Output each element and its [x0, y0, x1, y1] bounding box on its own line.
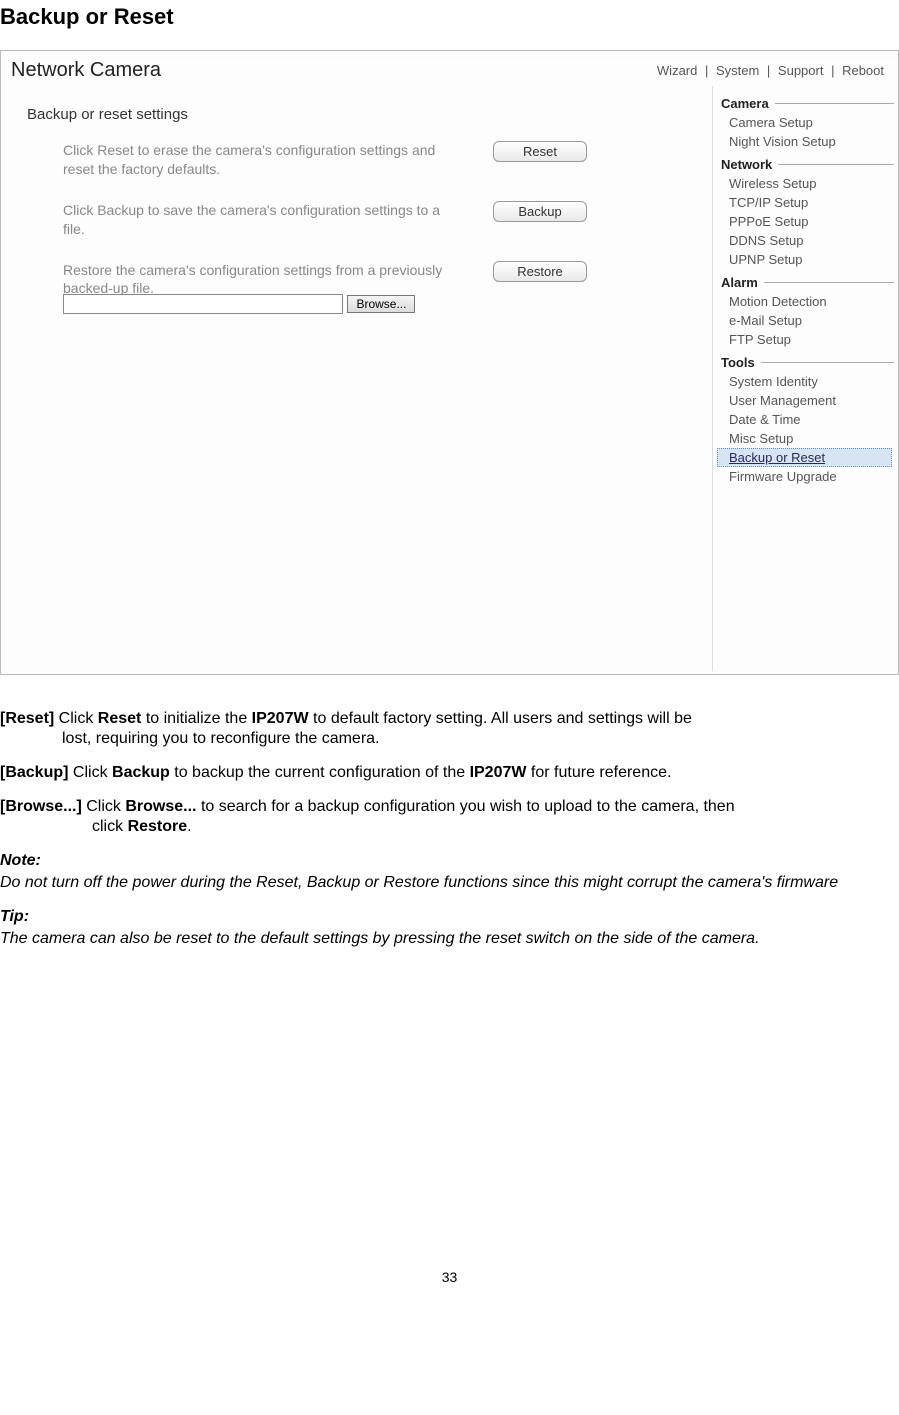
- manual-text-span: for future reference.: [526, 764, 671, 781]
- sidebar-item-camera-setup[interactable]: Camera Setup: [717, 113, 898, 132]
- restore-file-input[interactable]: [63, 294, 343, 314]
- manual-text-span: to initialize the: [141, 710, 251, 727]
- manual-reset-label: [Reset]: [0, 710, 54, 727]
- main-pane: Backup or reset settings Click Reset to …: [1, 86, 712, 671]
- top-link-system[interactable]: System: [712, 63, 763, 78]
- sidebar-header-camera: Camera: [717, 94, 898, 113]
- sidebar-item-system-identity[interactable]: System Identity: [717, 372, 898, 391]
- manual-text-span: Click: [54, 710, 98, 727]
- sidebar-header-tools: Tools: [717, 353, 898, 372]
- manual-text: [Reset] Click Reset to initialize the IP…: [0, 709, 899, 949]
- top-link-reboot[interactable]: Reboot: [838, 63, 888, 78]
- manual-text-bold: IP207W: [252, 710, 309, 727]
- manual-text-bold: Browse...: [125, 798, 196, 815]
- app-title: Network Camera: [11, 59, 161, 82]
- top-link-wizard[interactable]: Wizard: [653, 63, 701, 78]
- reset-description: Click Reset to erase the camera's config…: [27, 141, 453, 179]
- manual-text-span: .: [187, 818, 191, 835]
- page-number: 33: [0, 1269, 899, 1285]
- restore-button[interactable]: Restore: [493, 261, 587, 282]
- sidebar-header-label: Tools: [721, 355, 755, 370]
- sidebar-item-date-time[interactable]: Date & Time: [717, 410, 898, 429]
- manual-note-label: Note:: [0, 852, 41, 869]
- sidebar-item-email-setup[interactable]: e-Mail Setup: [717, 311, 898, 330]
- backup-button[interactable]: Backup: [493, 201, 587, 222]
- sidebar-header-label: Alarm: [721, 275, 758, 290]
- sidebar-item-misc-setup[interactable]: Misc Setup: [717, 429, 898, 448]
- manual-text-span: lost, requiring you to reconfigure the c…: [0, 729, 380, 749]
- sidebar-item-upnp-setup[interactable]: UPNP Setup: [717, 250, 898, 269]
- sidebar-header-label: Camera: [721, 96, 769, 111]
- manual-browse-label: [Browse...]: [0, 798, 82, 815]
- manual-text-span: Click: [82, 798, 126, 815]
- restore-description: Restore the camera's configuration setti…: [27, 261, 453, 299]
- manual-text-bold: Restore: [128, 818, 188, 835]
- browse-button[interactable]: Browse...: [347, 295, 415, 313]
- sidebar-item-ftp-setup[interactable]: FTP Setup: [717, 330, 898, 349]
- sidebar-item-night-vision-setup[interactable]: Night Vision Setup: [717, 132, 898, 151]
- app-window: Network Camera Wizard | System | Support…: [0, 50, 899, 675]
- sidebar-item-backup-or-reset[interactable]: Backup or Reset: [717, 448, 892, 467]
- top-links: Wizard | System | Support | Reboot: [653, 63, 888, 78]
- manual-text-bold: Backup: [112, 764, 170, 781]
- sidebar-item-user-management[interactable]: User Management: [717, 391, 898, 410]
- manual-text-bold: Reset: [98, 710, 142, 727]
- sidebar-item-tcpip-setup[interactable]: TCP/IP Setup: [717, 193, 898, 212]
- manual-text-span: to search for a backup configuration you…: [197, 798, 735, 815]
- backup-description: Click Backup to save the camera's config…: [27, 201, 453, 239]
- page-title: Backup or Reset: [0, 4, 899, 30]
- sidebar: Camera Camera Setup Night Vision Setup N…: [712, 86, 898, 671]
- top-link-support[interactable]: Support: [774, 63, 828, 78]
- sidebar-header-alarm: Alarm: [717, 273, 898, 292]
- manual-text-span: click: [92, 818, 128, 835]
- sidebar-header-label: Network: [721, 157, 772, 172]
- sidebar-item-wireless-setup[interactable]: Wireless Setup: [717, 174, 898, 193]
- sidebar-item-firmware-upgrade[interactable]: Firmware Upgrade: [717, 467, 898, 486]
- manual-tip-text: The camera can also be reset to the defa…: [0, 930, 760, 947]
- sidebar-header-network: Network: [717, 155, 898, 174]
- manual-text-span: Click: [68, 764, 112, 781]
- manual-text-span: to backup the current configuration of t…: [170, 764, 470, 781]
- manual-text-span: to default factory setting. All users an…: [309, 710, 692, 727]
- manual-note-text: Do not turn off the power during the Res…: [0, 874, 838, 891]
- manual-backup-label: [Backup]: [0, 764, 68, 781]
- sidebar-item-pppoe-setup[interactable]: PPPoE Setup: [717, 212, 898, 231]
- manual-tip-label: Tip:: [0, 908, 29, 925]
- sidebar-item-ddns-setup[interactable]: DDNS Setup: [717, 231, 898, 250]
- sidebar-item-motion-detection[interactable]: Motion Detection: [717, 292, 898, 311]
- section-title: Backup or reset settings: [27, 106, 692, 123]
- manual-text-bold: IP207W: [470, 764, 527, 781]
- reset-button[interactable]: Reset: [493, 141, 587, 162]
